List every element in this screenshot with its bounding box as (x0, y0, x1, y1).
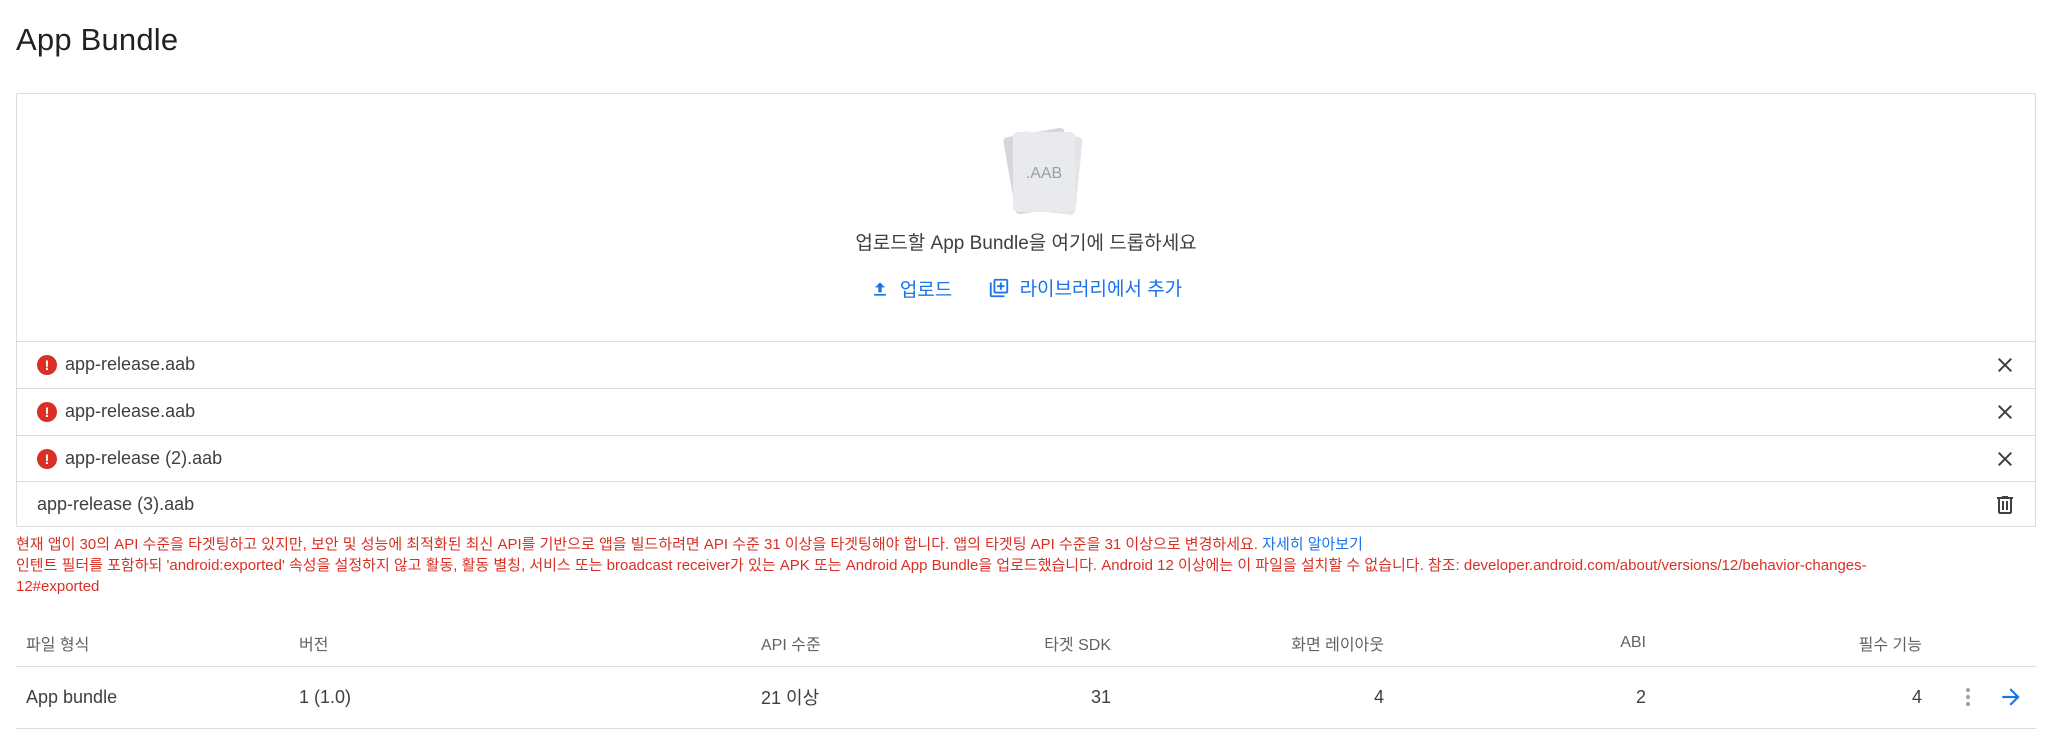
drop-instruction: 업로드할 App Bundle을 여기에 드롭하세요 (855, 233, 1197, 254)
col-version: 버전 (299, 637, 329, 654)
learn-more-link[interactable]: 자세히 알아보기 (1262, 536, 1363, 553)
warning-target-api-text: 현재 앱이 30의 API 수준을 타겟팅하고 있지만, 보안 및 성능에 최적… (16, 536, 1258, 553)
library-label: 라이브러리에서 추가 (1019, 279, 1183, 300)
file-name: app-release.aab (65, 354, 196, 374)
aab-file-icon-label: .AAB (1026, 165, 1062, 182)
file-name: app-release (3).aab (37, 494, 195, 514)
cell-required-features: 4 (1911, 686, 1922, 707)
trash-icon[interactable] (1993, 493, 2017, 517)
col-target-sdk: 타겟 SDK (1044, 637, 1111, 654)
table-header: 파일 형식 버전 API 수준 타겟 SDK 화면 레이아웃 ABI 필수 기능 (16, 620, 2036, 667)
more-vert-icon[interactable] (1956, 685, 1980, 709)
close-icon[interactable] (1993, 447, 2017, 471)
error-icon: ! (37, 448, 57, 469)
file-row: app-release (3).aab (17, 481, 2035, 527)
warning-exported-continued: 12#exported (16, 578, 100, 595)
upload-card: .AAB 업로드할 App Bundle을 여기에 드롭하세요 업로드 라이브러… (16, 93, 2036, 527)
cell-api-level: 21 이상 (761, 688, 820, 708)
cell-abi: 2 (1635, 686, 1646, 707)
warning-exported: 인텐트 필터를 포함하되 'android:exported' 속성을 설정하지… (16, 557, 1867, 574)
col-required-features: 필수 기능 (1858, 637, 1922, 654)
col-api-level: API 수준 (761, 637, 821, 654)
file-name: app-release (2).aab (65, 448, 223, 468)
col-screen-layout: 화면 레이아웃 (1291, 637, 1384, 654)
cell-file-type: App bundle (26, 686, 118, 707)
file-row: ! app-release (2).aab (17, 435, 2035, 481)
arrow-forward-icon[interactable] (1998, 684, 2024, 710)
error-icon: ! (37, 401, 57, 422)
cell-screen-layout: 4 (1373, 686, 1384, 707)
file-row: ! app-release.aab (17, 388, 2035, 434)
file-name: app-release.aab (65, 401, 196, 421)
file-row: ! app-release.aab (17, 341, 2035, 387)
add-from-library-button[interactable]: 라이브러리에서 추가 (988, 274, 1183, 301)
table-row[interactable]: App bundle 1 (1.0) 21 이상 31 4 2 4 (16, 666, 2036, 729)
upload-icon (873, 281, 886, 296)
aab-file-icon: .AAB (1003, 128, 1083, 215)
upload-button[interactable]: 업로드 (870, 275, 952, 302)
cell-version: 1 (1.0) (299, 686, 352, 707)
close-icon[interactable] (1993, 400, 2017, 424)
col-abi: ABI (1620, 634, 1646, 651)
error-icon: ! (37, 354, 57, 375)
page-title: App Bundle (16, 22, 179, 57)
cell-target-sdk: 31 (1090, 686, 1111, 707)
library-add-icon (989, 278, 1008, 297)
dropzone[interactable]: .AAB 업로드할 App Bundle을 여기에 드롭하세요 업로드 라이브러… (17, 94, 2035, 341)
close-icon[interactable] (1993, 353, 2017, 377)
col-file-type: 파일 형식 (26, 637, 90, 654)
upload-label: 업로드 (899, 280, 953, 301)
warning-target-api: 현재 앱이 30의 API 수준을 타겟팅하고 있지만, 보안 및 성능에 최적… (16, 535, 1363, 555)
